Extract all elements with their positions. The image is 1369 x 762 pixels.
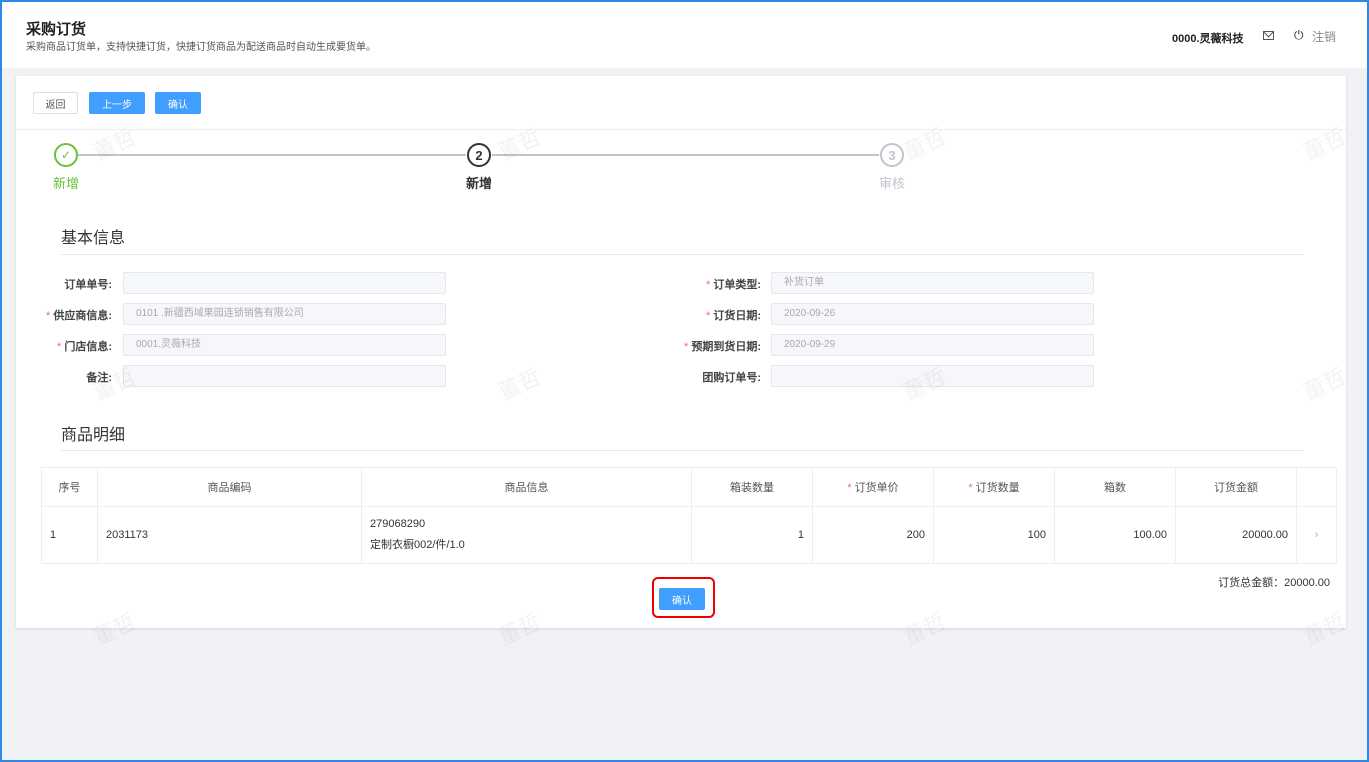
col-info: 商品信息 (361, 467, 692, 507)
col-amount: 订货金额 (1175, 467, 1297, 507)
step-number: 3 (880, 143, 904, 167)
cell-qty[interactable]: 100 (933, 506, 1055, 564)
power-icon[interactable]: ⏻ (1294, 28, 1304, 43)
detail-title: 商品明细 (61, 427, 126, 444)
user-name[interactable]: 0000.灵薇科技 (1172, 30, 1244, 46)
cell-index: 1 (41, 506, 98, 564)
cell-info: 279068290 定制衣橱002/件/1.0 (361, 506, 692, 564)
col-index: 序号 (41, 467, 98, 507)
step-3: 3 审核 (872, 143, 912, 192)
order-type-select[interactable]: 补货订单 (771, 272, 1094, 294)
group-order-label: 团购订单号: (702, 372, 761, 384)
divider (61, 450, 1304, 451)
confirm-top-button[interactable]: 确认 (155, 92, 201, 114)
mail-icon[interactable] (1263, 31, 1274, 40)
col-pack: 箱装数量 (691, 467, 813, 507)
step-label: 新增 (52, 176, 79, 191)
step-number: 2 (467, 143, 491, 167)
basic-info-title: 基本信息 (61, 230, 126, 247)
cell-price[interactable]: 200 (812, 506, 934, 564)
group-order-input[interactable] (771, 365, 1094, 387)
col-price: * 订货单价 (812, 467, 934, 507)
divider (61, 254, 1304, 255)
remark-label: 备注: (86, 372, 112, 384)
step-2: 2 新增 (459, 143, 499, 192)
store-input[interactable]: 0001.灵薇科技 (123, 334, 446, 356)
cell-code: 2031173 (97, 506, 362, 564)
toolbar: 返回 上一步 确认 (16, 76, 1346, 130)
order-no-input[interactable] (123, 272, 446, 294)
remark-input[interactable] (123, 365, 446, 387)
main-card: 返回 上一步 确认 ✓ 新增 2 新增 3 审核 基本信息 订单单号: * 供应… (16, 76, 1346, 628)
supplier-input[interactable]: 0101 .新疆西域果园连锁销售有限公司 (123, 303, 446, 325)
order-date-label: * 订货日期: (705, 310, 761, 322)
back-button[interactable]: 返回 (33, 92, 78, 114)
page-header: 采购订货 采购商品订货单，支持快捷订货，快捷订货商品为配送商品时自动生成要货单。… (2, 2, 1367, 68)
order-date-input[interactable]: 2020-09-26 (771, 303, 1094, 325)
col-action (1296, 467, 1337, 507)
check-icon: ✓ (54, 143, 78, 167)
order-no-label: 订单单号: (64, 279, 112, 291)
col-qty: * 订货数量 (933, 467, 1055, 507)
step-1: ✓ 新增 (46, 143, 86, 192)
confirm-bottom-button[interactable]: 确认 (659, 588, 705, 610)
store-label: * 门店信息: (56, 341, 112, 353)
page-title: 采购订货 (26, 21, 87, 38)
step-label: 审核 (878, 176, 905, 191)
chevron-right-icon[interactable]: › (1296, 506, 1337, 564)
order-type-label: * 订单类型: (705, 279, 761, 291)
step-label: 新增 (465, 176, 492, 191)
order-total: 订货总金额：20000.00 (1218, 577, 1330, 589)
logout-link[interactable]: 注销 (1312, 28, 1336, 45)
cell-boxes: 100.00 (1054, 506, 1176, 564)
cell-amount: 20000.00 (1175, 506, 1297, 564)
table-row[interactable]: 1 2031173 279068290 定制衣橱002/件/1.0 1 200 1… (41, 506, 1337, 564)
col-code: 商品编码 (97, 467, 362, 507)
step-connector (78, 154, 466, 156)
step-connector (492, 154, 879, 156)
cell-pack: 1 (691, 506, 813, 564)
product-table: 序号 商品编码 商品信息 箱装数量 * 订货单价 * 订货数量 箱数 订货金额 … (41, 467, 1337, 564)
expected-date-input[interactable]: 2020-09-29 (771, 334, 1094, 356)
table-header: 序号 商品编码 商品信息 箱装数量 * 订货单价 * 订货数量 箱数 订货金额 (41, 467, 1337, 507)
prev-step-button[interactable]: 上一步 (89, 92, 145, 114)
page-subtitle: 采购商品订货单，支持快捷订货，快捷订货商品为配送商品时自动生成要货单。 (26, 42, 376, 53)
col-boxes: 箱数 (1054, 467, 1176, 507)
expected-date-label: * 预期到货日期: (683, 341, 761, 353)
supplier-label: * 供应商信息: (45, 310, 112, 322)
